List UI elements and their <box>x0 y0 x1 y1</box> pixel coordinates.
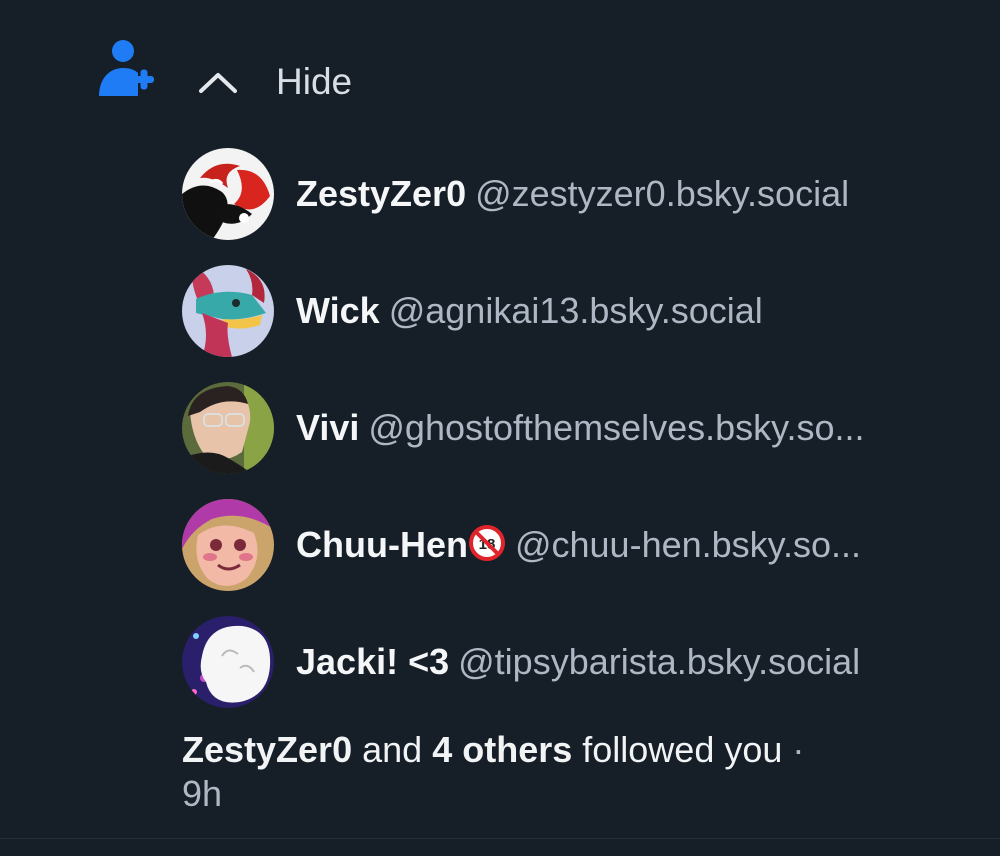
summary-others[interactable]: 4 others <box>432 729 572 770</box>
timestamp: 9h <box>182 773 223 814</box>
summary-followed: followed you <box>582 729 783 770</box>
follower-row-chuu-hen[interactable]: Chuu-Hen18@chuu-hen.bsky.so... <box>182 499 982 591</box>
handle: @ghostofthemselves.bsky.so... <box>368 407 865 448</box>
handle: @zestyzer0.bsky.social <box>475 173 850 214</box>
summary-separator: · <box>792 729 805 770</box>
person-add-icon <box>96 36 158 98</box>
display-name: Chuu-Hen <box>296 524 468 565</box>
handle: @agnikai13.bsky.social <box>388 290 763 331</box>
avatar[interactable] <box>182 148 274 240</box>
summary-and: and <box>362 729 423 770</box>
display-name: Wick <box>296 290 380 331</box>
display-name: ZestyZer0 <box>296 173 467 214</box>
avatar[interactable] <box>182 499 274 591</box>
follower-row-wick[interactable]: Wick @agnikai13.bsky.social <box>182 265 982 357</box>
display-name: Vivi <box>296 407 360 448</box>
hide-toggle-button[interactable]: Hide <box>196 56 352 108</box>
handle: @chuu-hen.bsky.so... <box>514 524 862 565</box>
no-under-18-icon: 18 <box>468 524 506 562</box>
follower-row-jacki[interactable]: Jacki! <3 @tipsybarista.bsky.social <box>182 616 982 708</box>
handle: @tipsybarista.bsky.social <box>458 641 861 682</box>
follower-row-vivi[interactable]: Vivi @ghostofthemselves.bsky.so... <box>182 382 982 474</box>
divider <box>0 838 1000 839</box>
follower-row-zestyzer0[interactable]: ZestyZer0 @zestyzer0.bsky.social <box>182 148 982 240</box>
follower-list: ZestyZer0 @zestyzer0.bsky.social Wick @agn… <box>182 148 982 733</box>
avatar[interactable] <box>182 616 274 708</box>
chevron-up-icon <box>199 73 237 93</box>
hide-label: Hide <box>276 61 353 102</box>
avatar[interactable] <box>182 265 274 357</box>
avatar[interactable] <box>182 382 274 474</box>
summary-first-name[interactable]: ZestyZer0 <box>182 729 352 770</box>
display-name: Jacki! <3 <box>296 641 450 682</box>
notification-summary: ZestyZer0 and 4 others followed you · 9h <box>182 728 922 816</box>
